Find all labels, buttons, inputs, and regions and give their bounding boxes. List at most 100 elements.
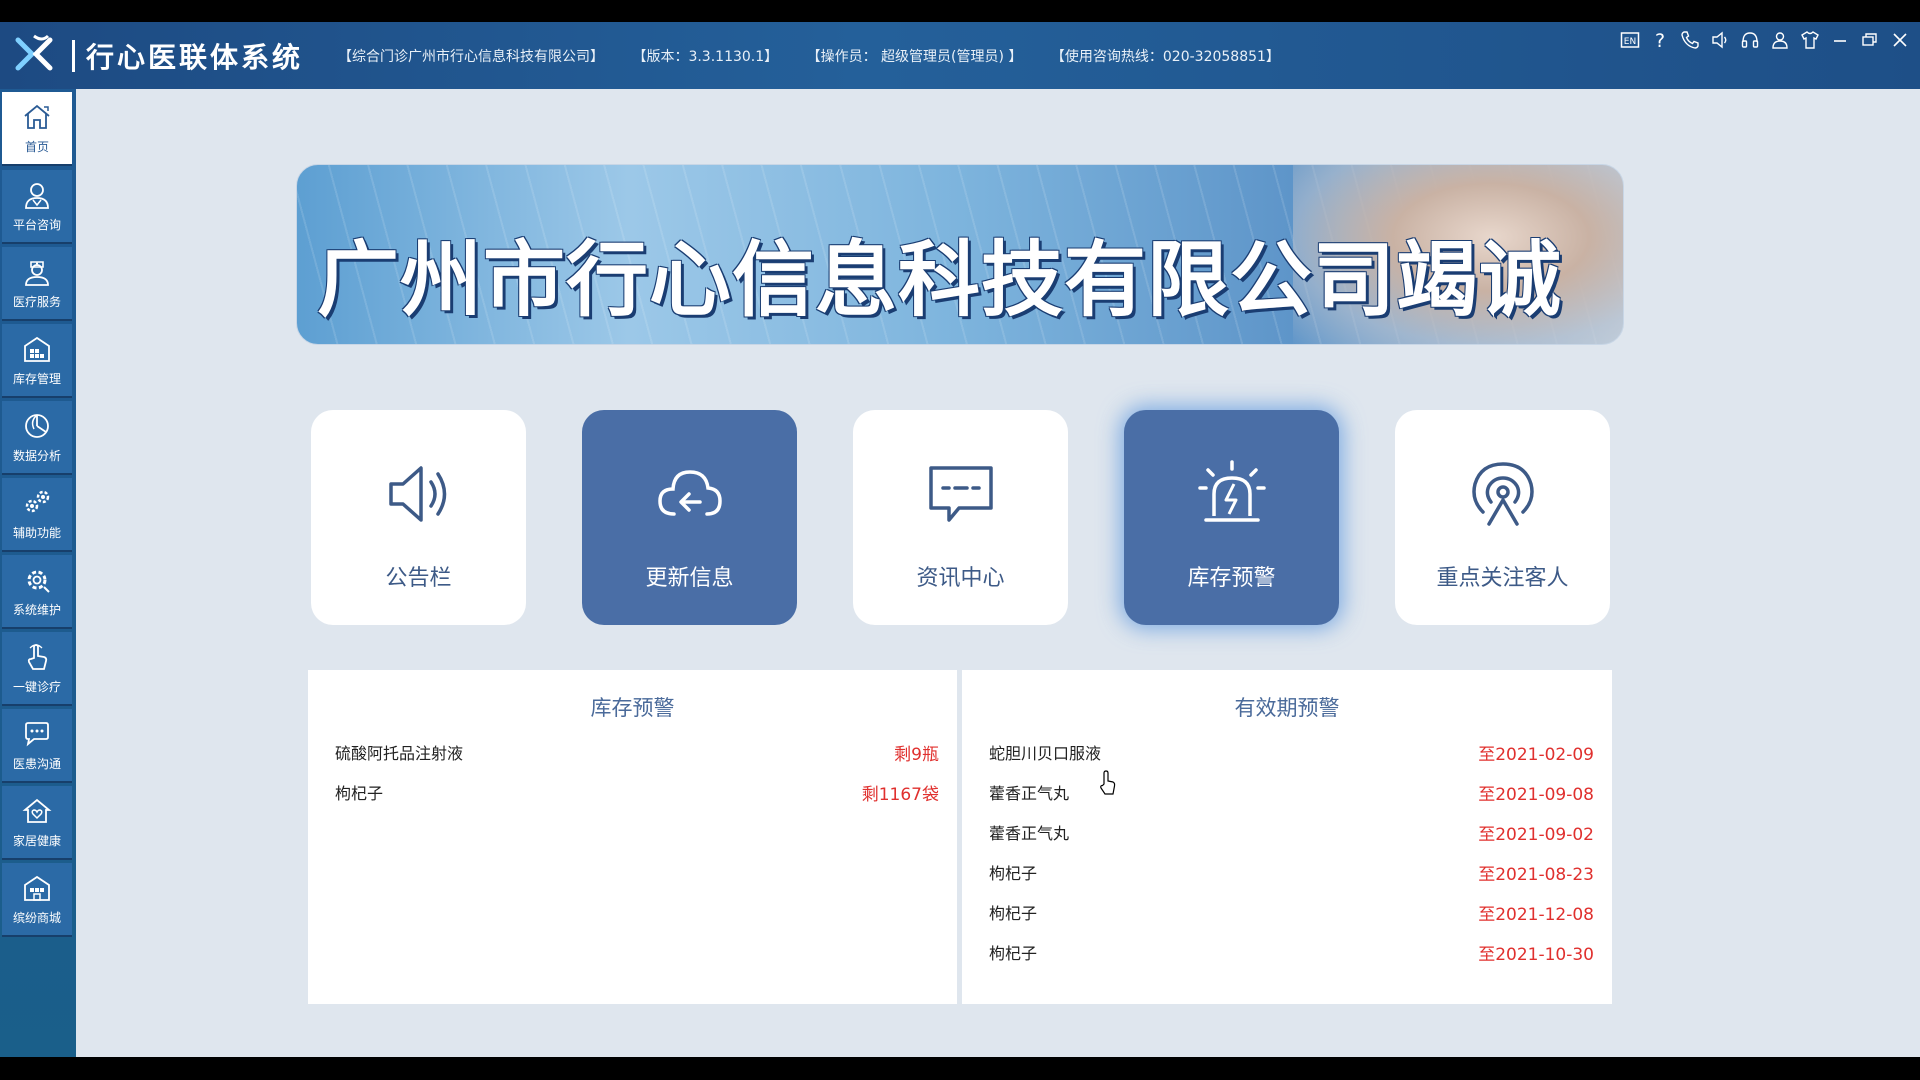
- app-logo-icon: [15, 34, 53, 71]
- expiry-warning-list: 蛇胆川贝口服液 至2021-02-09 藿香正气丸 至2021-09-08 藿香…: [962, 732, 1612, 972]
- item-expiry: 至2021-12-08: [1478, 904, 1594, 925]
- sidebar-item-medical[interactable]: 医疗服务: [2, 247, 72, 321]
- item-name: 枸杞子: [989, 904, 1038, 923]
- minimize-icon[interactable]: [1828, 28, 1852, 52]
- settings-icon: [27, 570, 50, 593]
- list-item[interactable]: 硫酸阿托品注射液 剩9瓶: [308, 732, 957, 772]
- pie-chart-icon: [25, 413, 49, 438]
- card-news-center[interactable]: 资讯中心: [853, 410, 1068, 625]
- sidebar-item-home-health[interactable]: 家居健康: [2, 786, 72, 860]
- banner-text: 广州市行心信息科技有限公司竭诚: [317, 233, 1563, 328]
- card-label: 重点关注客人: [1436, 566, 1569, 591]
- speaker-icon: [388, 466, 446, 522]
- sidebar-item-label: 医患沟通: [12, 756, 61, 771]
- sidebar-item-label: 系统维护: [12, 602, 61, 617]
- message-icon: [928, 466, 993, 522]
- item-name: 硫酸阿托品注射液: [335, 744, 464, 763]
- list-item[interactable]: 枸杞子 至2021-12-08: [962, 892, 1612, 932]
- sidebar-item-home[interactable]: 首页: [2, 92, 72, 166]
- warehouse-icon: [24, 336, 50, 362]
- user-icon[interactable]: [1768, 28, 1792, 52]
- sidebar-item-label: 首页: [24, 139, 49, 154]
- card-label: 公告栏: [385, 566, 452, 591]
- card-label: 资讯中心: [916, 566, 1005, 591]
- list-item[interactable]: 枸杞子 剩1167袋: [308, 772, 957, 812]
- banner-image: 广州市行心信息科技有限公司竭诚: [296, 164, 1624, 345]
- sidebar-item-label: 数据分析: [12, 448, 61, 463]
- close-icon[interactable]: [1888, 28, 1912, 52]
- version-info: 【版本：3.3.1130.1】: [632, 49, 779, 65]
- item-expiry: 至2021-09-08: [1478, 784, 1594, 805]
- title-separator: [72, 40, 75, 72]
- title-bar: 行心医联体系统 【综合门诊广州市行心信息科技有限公司】 【版本：3.3.1130…: [0, 22, 1920, 89]
- item-name: 藿香正气丸: [989, 784, 1070, 803]
- item-expiry: 至2021-09-02: [1478, 824, 1594, 845]
- item-expiry: 至2021-10-30: [1478, 944, 1594, 965]
- stock-warning-list: 硫酸阿托品注射液 剩9瓶 枸杞子 剩1167袋: [308, 732, 957, 812]
- hand-cursor-icon: [1100, 770, 1116, 795]
- sidebar-item-label: 库存管理: [12, 371, 61, 386]
- window-controls: EN ?: [1618, 28, 1912, 52]
- list-item[interactable]: 枸杞子 至2021-10-30: [962, 932, 1612, 972]
- screen-frame: 行心医联体系统 【综合门诊广州市行心信息科技有限公司】 【版本：3.3.1130…: [0, 0, 1920, 1080]
- sidebar-item-label: 缤纷商城: [12, 910, 61, 925]
- list-item[interactable]: 蛇胆川贝口服液 至2021-02-09: [962, 732, 1612, 772]
- stock-warning-panel: 库存预警 硫酸阿托品注射液 剩9瓶 枸杞子 剩1167袋: [308, 670, 957, 1004]
- card-stock-alert[interactable]: 库存预警: [1124, 410, 1339, 625]
- sidebar-item-analysis[interactable]: 数据分析: [2, 401, 72, 475]
- restore-icon[interactable]: [1858, 28, 1882, 52]
- sidebar-item-label: 辅助功能: [12, 525, 61, 540]
- item-name: 蛇胆川贝口服液: [989, 744, 1102, 763]
- sidebar-item-auxiliary[interactable]: 辅助功能: [2, 478, 72, 552]
- home-icon: [24, 104, 50, 129]
- list-item[interactable]: 藿香正气丸 至2021-09-08: [962, 772, 1612, 812]
- item-name: 枸杞子: [989, 864, 1038, 883]
- list-item[interactable]: 藿香正气丸 至2021-09-02: [962, 812, 1612, 852]
- language-en-icon[interactable]: EN: [1618, 28, 1642, 52]
- chat-icon: [25, 721, 49, 746]
- alarm-icon: [1197, 460, 1266, 522]
- headset-icon[interactable]: [1738, 28, 1762, 52]
- card-label: 更新信息: [645, 566, 734, 591]
- sidebar-item-one-click[interactable]: 一键诊疗: [2, 632, 72, 706]
- card-announcement[interactable]: 公告栏: [311, 410, 526, 625]
- sidebar-item-inventory[interactable]: 库存管理: [2, 324, 72, 398]
- volume-icon[interactable]: [1708, 28, 1732, 52]
- card-update-info[interactable]: 更新信息: [582, 410, 797, 625]
- header-info: 【综合门诊广州市行心信息科技有限公司】 【版本：3.3.1130.1】 【操作员…: [338, 46, 1304, 66]
- sidebar-item-consult[interactable]: 平台咨询: [2, 170, 72, 244]
- item-remaining: 剩9瓶: [894, 744, 939, 765]
- broadcast-person-icon: [1471, 462, 1534, 526]
- phone-icon[interactable]: [1678, 28, 1702, 52]
- sidebar-item-label: 一键诊疗: [12, 679, 61, 694]
- item-expiry: 至2021-08-23: [1478, 864, 1594, 885]
- help-icon[interactable]: ?: [1648, 28, 1672, 52]
- clinic-info: 【综合门诊广州市行心信息科技有限公司】: [338, 49, 604, 65]
- item-name: 枸杞子: [989, 944, 1038, 963]
- hand-pointer-icon: [27, 643, 48, 670]
- panel-title: 有效期预警: [1234, 696, 1340, 720]
- shirt-icon[interactable]: [1798, 28, 1822, 52]
- home-health-icon: [22, 798, 52, 823]
- doctor-icon: [25, 182, 49, 209]
- operator-info: 【操作员： 超级管理员(管理员) 】: [806, 49, 1023, 65]
- sidebar-item-mall[interactable]: 缤纷商城: [2, 863, 72, 937]
- gears-icon: [25, 490, 50, 512]
- shop-icon: [24, 875, 50, 901]
- list-item[interactable]: 枸杞子 至2021-08-23: [962, 852, 1612, 892]
- app-title: 行心医联体系统: [86, 41, 304, 74]
- expiry-warning-panel: 有效期预警 蛇胆川贝口服液 至2021-02-09 藿香正气丸 至2021-09…: [962, 670, 1612, 1004]
- cloud-update-icon: [657, 470, 722, 516]
- panel-title: 库存预警: [590, 696, 675, 720]
- card-key-guests[interactable]: 重点关注客人: [1395, 410, 1610, 625]
- sidebar-item-label: 家居健康: [12, 833, 61, 848]
- sidebar-item-communication[interactable]: 医患沟通: [2, 709, 72, 783]
- item-remaining: 剩1167袋: [861, 784, 939, 805]
- item-name: 枸杞子: [335, 784, 384, 803]
- app-window: 行心医联体系统 【综合门诊广州市行心信息科技有限公司】 【版本：3.3.1130…: [0, 22, 1920, 1057]
- nurse-icon: [25, 260, 49, 286]
- item-expiry: 至2021-02-09: [1478, 744, 1594, 765]
- sidebar-item-maintenance[interactable]: 系统维护: [2, 555, 72, 629]
- svg-text:EN: EN: [1624, 37, 1636, 47]
- svg-text:?: ?: [1655, 30, 1665, 50]
